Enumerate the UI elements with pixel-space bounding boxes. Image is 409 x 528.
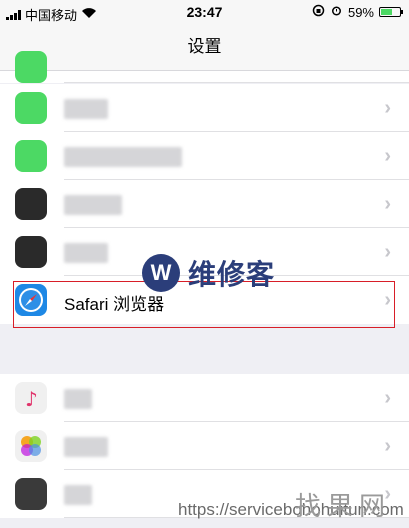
chevron-right-icon: › xyxy=(384,241,391,263)
redacted-label xyxy=(64,437,108,457)
settings-row[interactable]: › xyxy=(0,180,409,228)
redacted-label xyxy=(64,243,108,263)
chevron-right-icon: › xyxy=(384,145,391,167)
chevron-right-icon: › xyxy=(384,387,391,409)
messages-icon xyxy=(15,92,47,124)
settings-row[interactable]: › xyxy=(0,132,409,180)
facetime-icon xyxy=(15,140,47,172)
battery-icon xyxy=(379,7,403,17)
watermark-text: 维修客 xyxy=(188,259,276,290)
settings-row[interactable]: › xyxy=(0,422,409,470)
settings-group-1 xyxy=(0,51,409,83)
redacted-label xyxy=(64,485,92,505)
green-app-icon xyxy=(15,51,47,83)
alarm-icon xyxy=(330,4,343,20)
settings-row[interactable]: › xyxy=(0,84,409,132)
chevron-right-icon: › xyxy=(384,97,391,119)
redacted-label xyxy=(64,195,122,215)
watermark: W 维修客 xyxy=(142,253,275,293)
page-title: 设置 xyxy=(187,37,222,56)
chevron-right-icon: › xyxy=(384,435,391,457)
status-bar: 中国移动 23:47 59% xyxy=(0,0,409,24)
dark-app-icon xyxy=(15,236,47,268)
redacted-label xyxy=(64,389,92,409)
music-icon: ♪ xyxy=(15,382,47,414)
partial-row[interactable] xyxy=(0,51,409,83)
status-right: 59% xyxy=(312,4,403,20)
watermark-logo: W xyxy=(142,254,180,292)
dark-app-icon xyxy=(15,188,47,220)
settings-row[interactable]: ♪ › xyxy=(0,374,409,422)
photos-icon xyxy=(15,430,47,462)
battery-percent: 59% xyxy=(347,4,374,20)
chevron-right-icon: › xyxy=(384,193,391,215)
orientation-lock-icon xyxy=(312,4,325,20)
redacted-label xyxy=(64,147,182,167)
brand-watermark: 找果网 xyxy=(294,492,391,522)
nav-bar: 设置 xyxy=(0,24,409,71)
redacted-label xyxy=(64,99,108,119)
camera-icon xyxy=(15,478,47,510)
svg-text:♪: ♪ xyxy=(25,387,38,411)
